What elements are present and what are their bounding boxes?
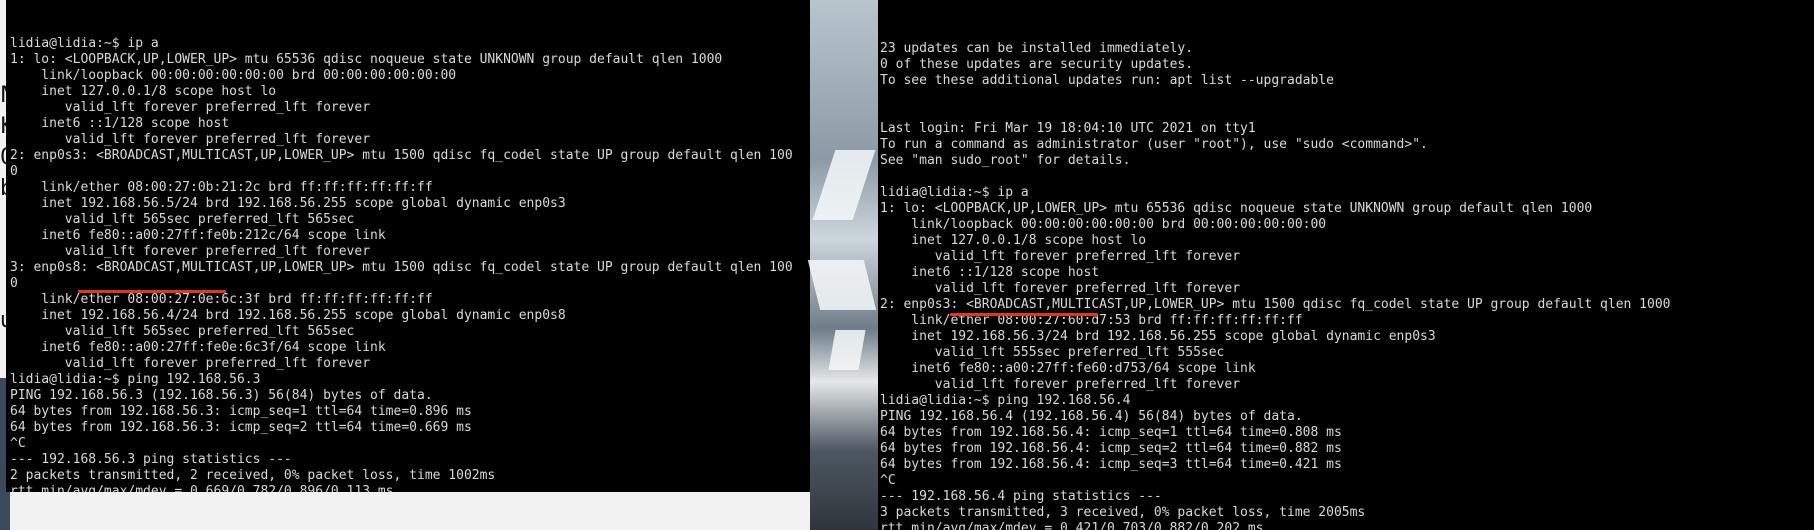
terminal-line: link/loopback 00:00:00:00:00:00 brd 00:0… — [880, 217, 1327, 232]
terminal-line: lidia@lidia:~$ ping 192.168.56.4 — [880, 393, 1131, 408]
terminal-line: PING 192.168.56.3 (192.168.56.3) 56(84) … — [10, 388, 433, 403]
terminal-line: 1: lo: <LOOPBACK,UP,LOWER_UP> mtu 65536 … — [880, 201, 1593, 216]
terminal-line: inet 127.0.0.1/8 scope host lo — [10, 84, 277, 99]
terminal-line: 2: enp0s3: <BROADCAST,MULTICAST,UP,LOWER… — [880, 297, 1671, 312]
terminal-line: valid_lft forever preferred_lft forever — [880, 377, 1241, 392]
terminal-line: Last login: Fri Mar 19 18:04:10 UTC 2021… — [880, 121, 1256, 136]
terminal-line: inet6 fe80::a00:27ff:fe0b:212c/64 scope … — [10, 228, 386, 243]
desktop-wallpaper — [807, 0, 878, 530]
terminal-line: inet6 ::1/128 scope host — [10, 116, 230, 131]
terminal-line: valid_lft forever preferred_lft forever — [10, 356, 371, 371]
terminal-line: rtt min/avg/max/mdev = 0.669/0.782/0.896… — [10, 484, 394, 492]
terminal-line: --- 192.168.56.4 ping statistics --- — [880, 489, 1162, 504]
terminal-line: inet 127.0.0.1/8 scope host lo — [880, 233, 1147, 248]
terminal-line: ^C — [10, 436, 26, 451]
terminal-line: valid_lft forever preferred_lft forever — [10, 132, 371, 147]
terminal-line: 64 bytes from 192.168.56.4: icmp_seq=1 t… — [880, 425, 1342, 440]
terminal-output: lidia@lidia:~$ ip a 1: lo: <LOOPBACK,UP,L… — [10, 36, 810, 492]
terminal-line: link/ether 08:00:27:0b:21:2c brd ff:ff:f… — [10, 180, 433, 195]
terminal-line: 64 bytes from 192.168.56.3: icmp_seq=1 t… — [10, 404, 472, 419]
terminal-line: valid_lft 565sec preferred_lft 565sec — [10, 212, 355, 227]
terminal-line: To run a command as administrator (user … — [880, 137, 1428, 152]
terminal-line: 64 bytes from 192.168.56.3: icmp_seq=2 t… — [10, 420, 472, 435]
terminal-line: valid_lft 555sec preferred_lft 555sec — [880, 345, 1225, 360]
terminal-line: lidia@lidia:~$ ip a — [880, 185, 1029, 200]
terminal-line: 0 — [10, 164, 18, 179]
terminal-line: ^C — [880, 473, 896, 488]
terminal-line: 64 bytes from 192.168.56.4: icmp_seq=3 t… — [880, 457, 1342, 472]
terminal-line: inet6 fe80::a00:27ff:fe0e:6c3f/64 scope … — [10, 340, 386, 355]
terminal-line: valid_lft forever preferred_lft forever — [880, 281, 1241, 296]
highlight-underline-ip — [950, 313, 1098, 316]
terminal-line: 3: enp0s8: <BROADCAST,MULTICAST,UP,LOWER… — [10, 260, 793, 275]
terminal-line: lidia@lidia:~$ ping 192.168.56.3 — [10, 372, 261, 387]
highlight-underline-ip — [78, 290, 226, 293]
terminal-line: valid_lft forever preferred_lft forever — [880, 249, 1241, 264]
terminal-line: --- 192.168.56.3 ping statistics --- — [10, 452, 292, 467]
terminal-line: link/loopback 00:00:00:00:00:00 brd 00:0… — [10, 68, 457, 83]
terminal-line: PING 192.168.56.4 (192.168.56.4) 56(84) … — [880, 409, 1303, 424]
terminal-line: valid_lft 565sec preferred_lft 565sec — [10, 324, 355, 339]
terminal-line: inet6 ::1/128 scope host — [880, 265, 1100, 280]
terminal-line: link/ether 08:00:27:0e:6c:3f brd ff:ff:f… — [10, 292, 433, 307]
terminal-line: 3 packets transmitted, 3 received, 0% pa… — [880, 505, 1366, 520]
terminal-output: 23 updates can be installed immediately.… — [880, 41, 1814, 530]
terminal-line: 2 packets transmitted, 2 received, 0% pa… — [10, 468, 496, 483]
terminal-line: valid_lft forever preferred_lft forever — [10, 100, 371, 115]
terminal-line: 2: enp0s3: <BROADCAST,MULTICAST,UP,LOWER… — [10, 148, 793, 163]
terminal-line: valid_lft forever preferred_lft forever — [10, 244, 371, 259]
terminal-left[interactable]: lidia@lidia:~$ ip a 1: lo: <LOOPBACK,UP,L… — [6, 0, 810, 492]
terminal-line: 1: lo: <LOOPBACK,UP,LOWER_UP> mtu 65536 … — [10, 52, 723, 67]
terminal-line: lidia@lidia:~$ ip a — [10, 36, 159, 51]
terminal-line: To see these additional updates run: apt… — [880, 73, 1334, 88]
terminal-line: See "man sudo_root" for details. — [880, 153, 1131, 168]
terminal-line: rtt min/avg/max/mdev = 0.421/0.703/0.882… — [880, 521, 1264, 530]
terminal-line: inet 192.168.56.5/24 brd 192.168.56.255 … — [10, 196, 566, 211]
terminal-right[interactable]: 23 updates can be installed immediately.… — [878, 0, 1814, 530]
terminal-line: inet 192.168.56.3/24 brd 192.168.56.255 … — [880, 329, 1436, 344]
terminal-line: inet6 fe80::a00:27ff:fe60:d753/64 scope … — [880, 361, 1256, 376]
terminal-line: 64 bytes from 192.168.56.4: icmp_seq=2 t… — [880, 441, 1342, 456]
terminal-line: inet 192.168.56.4/24 brd 192.168.56.255 … — [10, 308, 566, 323]
terminal-line: 23 updates can be installed immediately. — [880, 41, 1194, 56]
terminal-line: 0 of these updates are security updates. — [880, 57, 1194, 72]
